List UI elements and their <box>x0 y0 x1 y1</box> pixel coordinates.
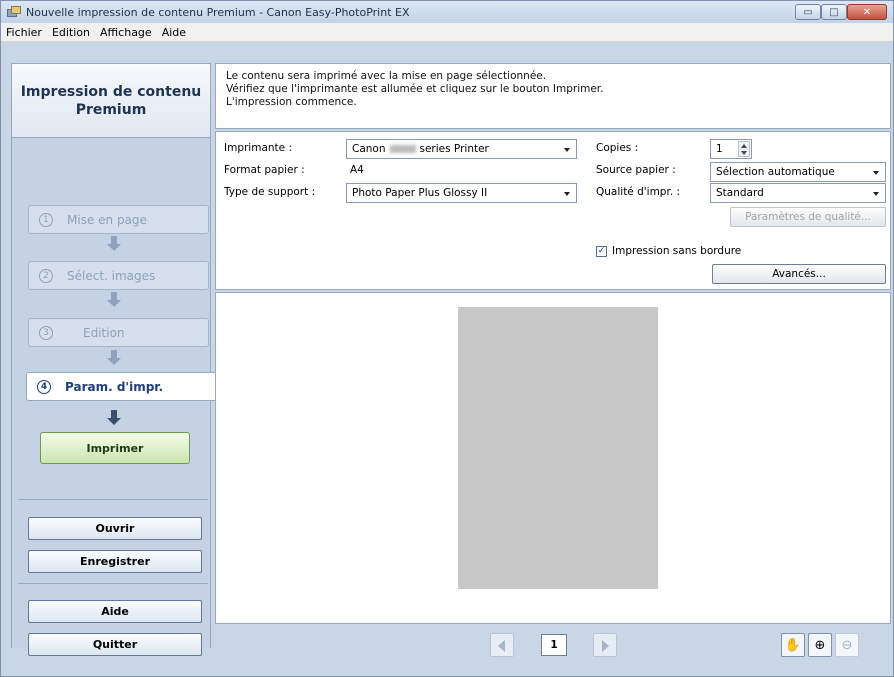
arrow-down-icon <box>107 410 121 426</box>
media-type-label: Type de support : <box>224 186 316 198</box>
chevron-down-icon <box>873 192 879 196</box>
sidebar: Impression de contenu Premium 1 Mise en … <box>11 63 222 667</box>
print-button[interactable]: Imprimer <box>40 432 190 464</box>
arrow-left-icon <box>498 640 505 652</box>
menu-bar: Fichier Edition Affichage Aide <box>1 23 893 42</box>
divider <box>18 499 208 500</box>
arrow-right-icon <box>602 640 609 652</box>
paper-preview <box>458 307 658 589</box>
quality-value: Standard <box>716 187 764 199</box>
print-settings-panel: Imprimante : Canon series Printer Format… <box>215 131 891 290</box>
title-bar: Nouvelle impression de contenu Premium -… <box>1 1 893 23</box>
media-type-value: Photo Paper Plus Glossy II <box>352 187 488 199</box>
instruction-line: L'impression commence. <box>226 96 357 108</box>
menu-edition[interactable]: Edition <box>47 26 95 39</box>
paper-source-label: Source papier : <box>596 164 676 176</box>
previous-page-button[interactable] <box>490 633 514 657</box>
window-title: Nouvelle impression de contenu Premium -… <box>26 5 410 19</box>
printer-label: Imprimante : <box>224 142 292 154</box>
arrow-down-icon <box>107 236 121 252</box>
step-param-impr[interactable]: 4 Param. d'impr. <box>26 372 222 401</box>
step-number: 3 <box>39 325 53 340</box>
maximize-icon: □ <box>829 6 839 18</box>
step-mise-en-page[interactable]: 1 Mise en page <box>28 205 209 234</box>
advanced-button[interactable]: Avancés... <box>712 264 886 284</box>
instruction-line: Le contenu sera imprimé avec la mise en … <box>226 70 547 82</box>
save-button[interactable]: Enregistrer <box>28 550 202 573</box>
zoom-in-button[interactable]: ⊕ <box>808 633 832 657</box>
step-number: 4 <box>37 379 51 394</box>
step-label: Edition <box>83 325 125 340</box>
hand-tool-button[interactable]: ✋ <box>781 633 805 657</box>
paper-source-select[interactable]: Sélection automatique <box>710 162 886 182</box>
close-icon: ✕ <box>862 6 872 18</box>
media-type-select[interactable]: Photo Paper Plus Glossy II <box>346 183 577 203</box>
chevron-down-icon <box>564 192 570 196</box>
window-controls: ▭ □ ✕ <box>795 4 887 20</box>
page-number[interactable]: 1 <box>541 634 567 656</box>
quit-button[interactable]: Quitter <box>28 633 202 656</box>
menu-affichage[interactable]: Affichage <box>95 26 157 39</box>
arrow-down-icon <box>107 350 121 366</box>
preview-toolbar: 1 ✋ ⊕ ⊖ <box>215 624 891 667</box>
chevron-down-icon <box>873 171 879 175</box>
instructions-panel: Le contenu sera imprimé avec la mise en … <box>215 63 891 129</box>
borderless-checkbox[interactable]: ✓ <box>596 246 607 257</box>
paper-size-label: Format papier : <box>224 164 305 176</box>
chevron-down-icon <box>564 148 570 152</box>
menu-fichier[interactable]: Fichier <box>1 26 47 39</box>
copies-stepper[interactable]: 1 <box>710 139 752 159</box>
maximize-button[interactable]: □ <box>821 4 847 20</box>
quality-select[interactable]: Standard <box>710 183 886 203</box>
quality-settings-button[interactable]: Paramètres de qualité... <box>730 207 886 227</box>
zoom-out-button[interactable]: ⊖ <box>835 633 859 657</box>
quality-label: Qualité d'impr. : <box>596 186 681 198</box>
instruction-line: Vérifiez que l'imprimante est allumée et… <box>226 83 604 95</box>
step-label: Sélect. images <box>67 268 156 283</box>
step-select-images[interactable]: 2 Sélect. images <box>28 261 209 290</box>
next-page-button[interactable] <box>593 633 617 657</box>
copies-label: Copies : <box>596 142 639 154</box>
sidebar-header: Impression de contenu Premium <box>11 63 211 138</box>
stepper-arrows-icon[interactable] <box>738 141 750 157</box>
paper-size-value: A4 <box>350 164 364 176</box>
open-button[interactable]: Ouvrir <box>28 517 202 540</box>
print-preview <box>215 292 891 624</box>
model-redacted <box>389 145 416 153</box>
step-number: 2 <box>39 268 53 283</box>
copies-value: 1 <box>716 143 723 155</box>
step-label: Param. d'impr. <box>65 379 164 394</box>
minimize-button[interactable]: ▭ <box>795 4 821 20</box>
menu-aide[interactable]: Aide <box>157 26 191 39</box>
close-button[interactable]: ✕ <box>847 4 887 20</box>
help-button[interactable]: Aide <box>28 600 202 623</box>
minimize-icon: ▭ <box>803 6 813 18</box>
paper-source-value: Sélection automatique <box>716 166 835 178</box>
printer-value-prefix: Canon <box>352 143 386 155</box>
divider <box>18 583 208 584</box>
app-window: Nouvelle impression de contenu Premium -… <box>0 0 894 677</box>
step-edition[interactable]: 3 Edition <box>28 318 209 347</box>
app-icon <box>7 5 22 19</box>
zoom-in-icon: ⊕ <box>814 637 826 653</box>
step-number: 1 <box>39 212 53 227</box>
step-label: Mise en page <box>67 212 147 227</box>
hand-icon: ✋ <box>784 637 802 653</box>
borderless-label: Impression sans bordure <box>612 245 742 257</box>
printer-select[interactable]: Canon series Printer <box>346 139 577 159</box>
printer-value-suffix: series Printer <box>419 143 489 155</box>
steps-panel: 1 Mise en page 2 Sélect. images 3 Editio… <box>11 138 222 656</box>
arrow-down-icon <box>107 292 121 308</box>
zoom-out-icon: ⊖ <box>841 637 853 653</box>
